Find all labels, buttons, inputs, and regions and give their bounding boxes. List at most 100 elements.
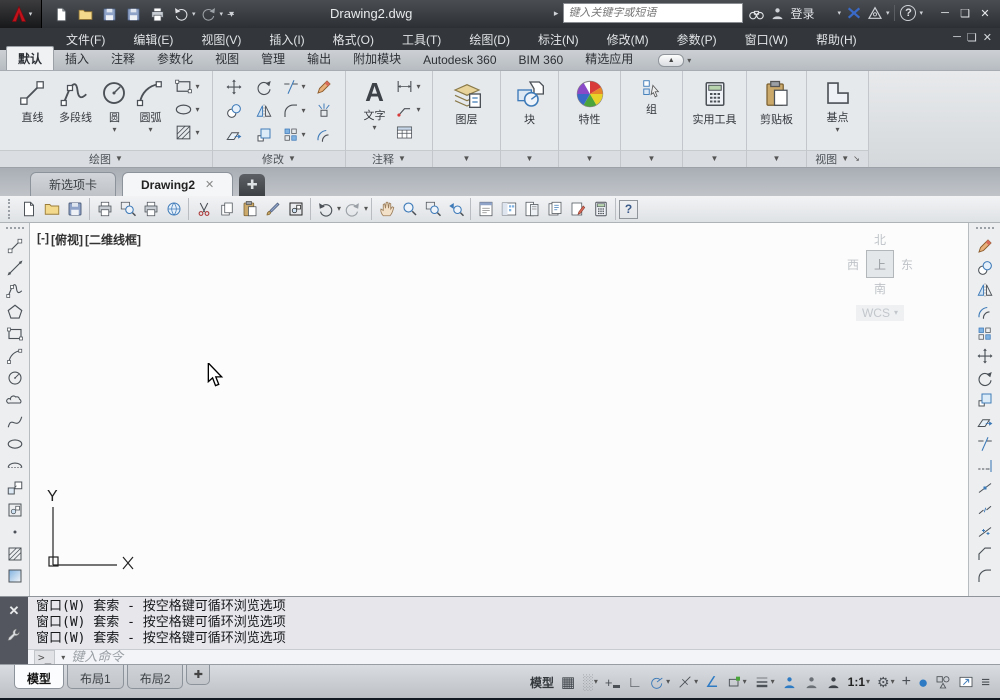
draw-hatch-button[interactable] bbox=[3, 543, 27, 565]
utilities-button[interactable]: 实用工具 bbox=[686, 75, 743, 127]
explode-button[interactable] bbox=[315, 102, 333, 120]
draw-point-button[interactable] bbox=[3, 521, 27, 543]
viewcube-top-face[interactable]: 上 bbox=[866, 250, 894, 278]
search-collapse-arrow-icon[interactable]: ▸ bbox=[554, 8, 559, 19]
modify-break-button[interactable] bbox=[973, 499, 997, 521]
modify-array-button[interactable] bbox=[973, 323, 997, 345]
ribbon-collapse-dropdown-icon[interactable]: ▾ bbox=[687, 56, 691, 65]
doc-restore-button[interactable]: ❏ bbox=[967, 31, 977, 44]
search-binoculars-icon[interactable] bbox=[748, 5, 765, 22]
file-tab-drawing2[interactable]: Drawing2 ✕ bbox=[122, 172, 234, 196]
workspace-switching-button[interactable]: ⚙ ▾ bbox=[877, 675, 895, 689]
help-search-input[interactable] bbox=[564, 7, 743, 19]
modify-mirror-button[interactable] bbox=[973, 279, 997, 301]
viewport-minus-control[interactable]: [-] bbox=[37, 231, 49, 248]
tb-publish-button[interactable] bbox=[139, 198, 162, 221]
line-button[interactable]: 直线 bbox=[12, 75, 52, 125]
customization-menu-button[interactable]: ≡ bbox=[981, 675, 990, 690]
doc-close-button[interactable]: ✕ bbox=[983, 31, 992, 44]
tb-undo-button[interactable] bbox=[314, 198, 337, 221]
annotation-scale-button[interactable]: 1:1 ▾ bbox=[848, 675, 870, 689]
viewport-visual-style-control[interactable]: [二维线框] bbox=[85, 231, 141, 248]
modify-join-button[interactable] bbox=[973, 521, 997, 543]
communication-dropdown-icon[interactable]: ▾ bbox=[886, 9, 890, 17]
table-button[interactable] bbox=[395, 123, 420, 142]
arc-button[interactable]: 圆弧 ▾ bbox=[130, 75, 170, 134]
infer-constraints-toggle[interactable]: + bbox=[605, 676, 621, 689]
command-recent-dropdown-icon[interactable]: ▾ bbox=[61, 653, 65, 662]
redo-dropdown-icon[interactable]: ▾ bbox=[220, 10, 224, 18]
utilities-panel-footer[interactable]: ▼ bbox=[683, 150, 746, 167]
draw-line-button[interactable] bbox=[3, 235, 27, 257]
viewcube-east[interactable]: 东 bbox=[901, 256, 913, 273]
ribbon-tab-manage[interactable]: 管理 bbox=[250, 47, 296, 70]
viewcube-wcs-menu[interactable]: WCS ▾ bbox=[855, 305, 904, 321]
move-button[interactable] bbox=[225, 78, 243, 96]
draw-ellipse-arc-button[interactable] bbox=[3, 455, 27, 477]
copy-button[interactable] bbox=[225, 102, 243, 120]
fillet-button[interactable]: ▾ bbox=[282, 102, 306, 120]
signin-label[interactable]: 登录 bbox=[790, 5, 814, 22]
ribbon-tab-featured-apps[interactable]: 精选应用 bbox=[574, 47, 644, 70]
help-dropdown-icon[interactable]: ▾ bbox=[919, 9, 923, 17]
new-drawing-plus-button[interactable]: ✚ bbox=[239, 174, 266, 196]
groups-panel-footer[interactable]: ▼ bbox=[621, 150, 682, 167]
properties-panel-footer[interactable]: ▼ bbox=[559, 150, 620, 167]
scale-button[interactable] bbox=[255, 126, 273, 144]
layers-button[interactable]: 图层 bbox=[440, 75, 494, 127]
qat-undo-button[interactable] bbox=[170, 3, 192, 25]
draw-revision-cloud-button[interactable] bbox=[3, 389, 27, 411]
clipboard-button[interactable]: 剪贴板 bbox=[750, 75, 803, 127]
polyline-button[interactable]: 多段线 bbox=[52, 75, 98, 125]
modify-panel-footer[interactable]: 修改 ▼ bbox=[213, 150, 345, 167]
arc-dropdown-icon[interactable]: ▾ bbox=[148, 126, 152, 134]
layout-tab-layout1[interactable]: 布局1 bbox=[67, 665, 124, 689]
viewcube[interactable]: 北 西 上 东 南 WCS ▾ bbox=[837, 231, 923, 321]
draw-insert-block-button[interactable] bbox=[3, 477, 27, 499]
tb-redo-dropdown-icon[interactable]: ▾ bbox=[364, 205, 368, 213]
close-button[interactable]: ✕ bbox=[976, 4, 994, 22]
viewcube-south[interactable]: 南 bbox=[837, 280, 923, 297]
undo-dropdown-icon[interactable]: ▾ bbox=[192, 10, 196, 18]
tb-sheetset-button[interactable] bbox=[543, 198, 566, 221]
tb-pan-button[interactable] bbox=[375, 198, 398, 221]
tb-zoom-previous-button[interactable] bbox=[444, 198, 467, 221]
polar-tracking-toggle[interactable]: ▾ bbox=[649, 674, 670, 690]
properties-button[interactable]: 特性 bbox=[565, 75, 615, 127]
tb-plot-preview-button[interactable] bbox=[116, 198, 139, 221]
tb-open-button[interactable] bbox=[40, 198, 63, 221]
ribbon-tab-home[interactable]: 默认 bbox=[6, 46, 55, 70]
qat-save-button[interactable] bbox=[98, 3, 120, 25]
isolate-objects-button[interactable] bbox=[935, 674, 951, 690]
tb-help-button[interactable]: ? bbox=[619, 199, 639, 219]
menu-parametric[interactable]: 参数(P) bbox=[663, 28, 731, 51]
file-tab-close-icon[interactable]: ✕ bbox=[205, 178, 214, 191]
command-prompt-icon[interactable]: >_ bbox=[34, 650, 56, 665]
viewcube-north[interactable]: 北 bbox=[837, 231, 923, 248]
doc-minimize-button[interactable]: ─ bbox=[953, 31, 961, 44]
mirror-button[interactable] bbox=[255, 102, 273, 120]
draw-arc-button[interactable] bbox=[3, 345, 27, 367]
tb-cut-button[interactable] bbox=[192, 198, 215, 221]
draw-polyline-button[interactable] bbox=[3, 279, 27, 301]
array-button[interactable]: ▾ bbox=[282, 126, 306, 144]
tb-match-properties-button[interactable] bbox=[261, 198, 284, 221]
annotation-autoscale-toggle[interactable] bbox=[804, 675, 819, 690]
dimension-button[interactable]: ▾ bbox=[395, 77, 421, 96]
qat-plot-button[interactable] bbox=[146, 3, 168, 25]
qat-new-button[interactable] bbox=[50, 3, 72, 25]
view-panel-footer[interactable]: 视图 ▼ ↘ bbox=[807, 150, 868, 167]
signin-person-icon[interactable] bbox=[770, 6, 785, 21]
file-tab-new[interactable]: 新选项卡 bbox=[30, 172, 117, 196]
erase-button[interactable] bbox=[315, 78, 333, 96]
trim-button[interactable]: ▾ bbox=[282, 78, 306, 96]
tb-new-button[interactable] bbox=[17, 198, 40, 221]
qat-redo-button[interactable] bbox=[198, 3, 220, 25]
draw-toolbar-grip[interactable] bbox=[5, 227, 24, 232]
draw-rectangle-button[interactable] bbox=[3, 323, 27, 345]
hatch-button[interactable]: ▾ bbox=[174, 123, 200, 142]
modify-toolbar-grip[interactable] bbox=[975, 227, 994, 232]
tb-quickcalc-button[interactable] bbox=[589, 198, 612, 221]
tb-tool-palettes-button[interactable] bbox=[520, 198, 543, 221]
modify-rotate-button[interactable] bbox=[973, 367, 997, 389]
